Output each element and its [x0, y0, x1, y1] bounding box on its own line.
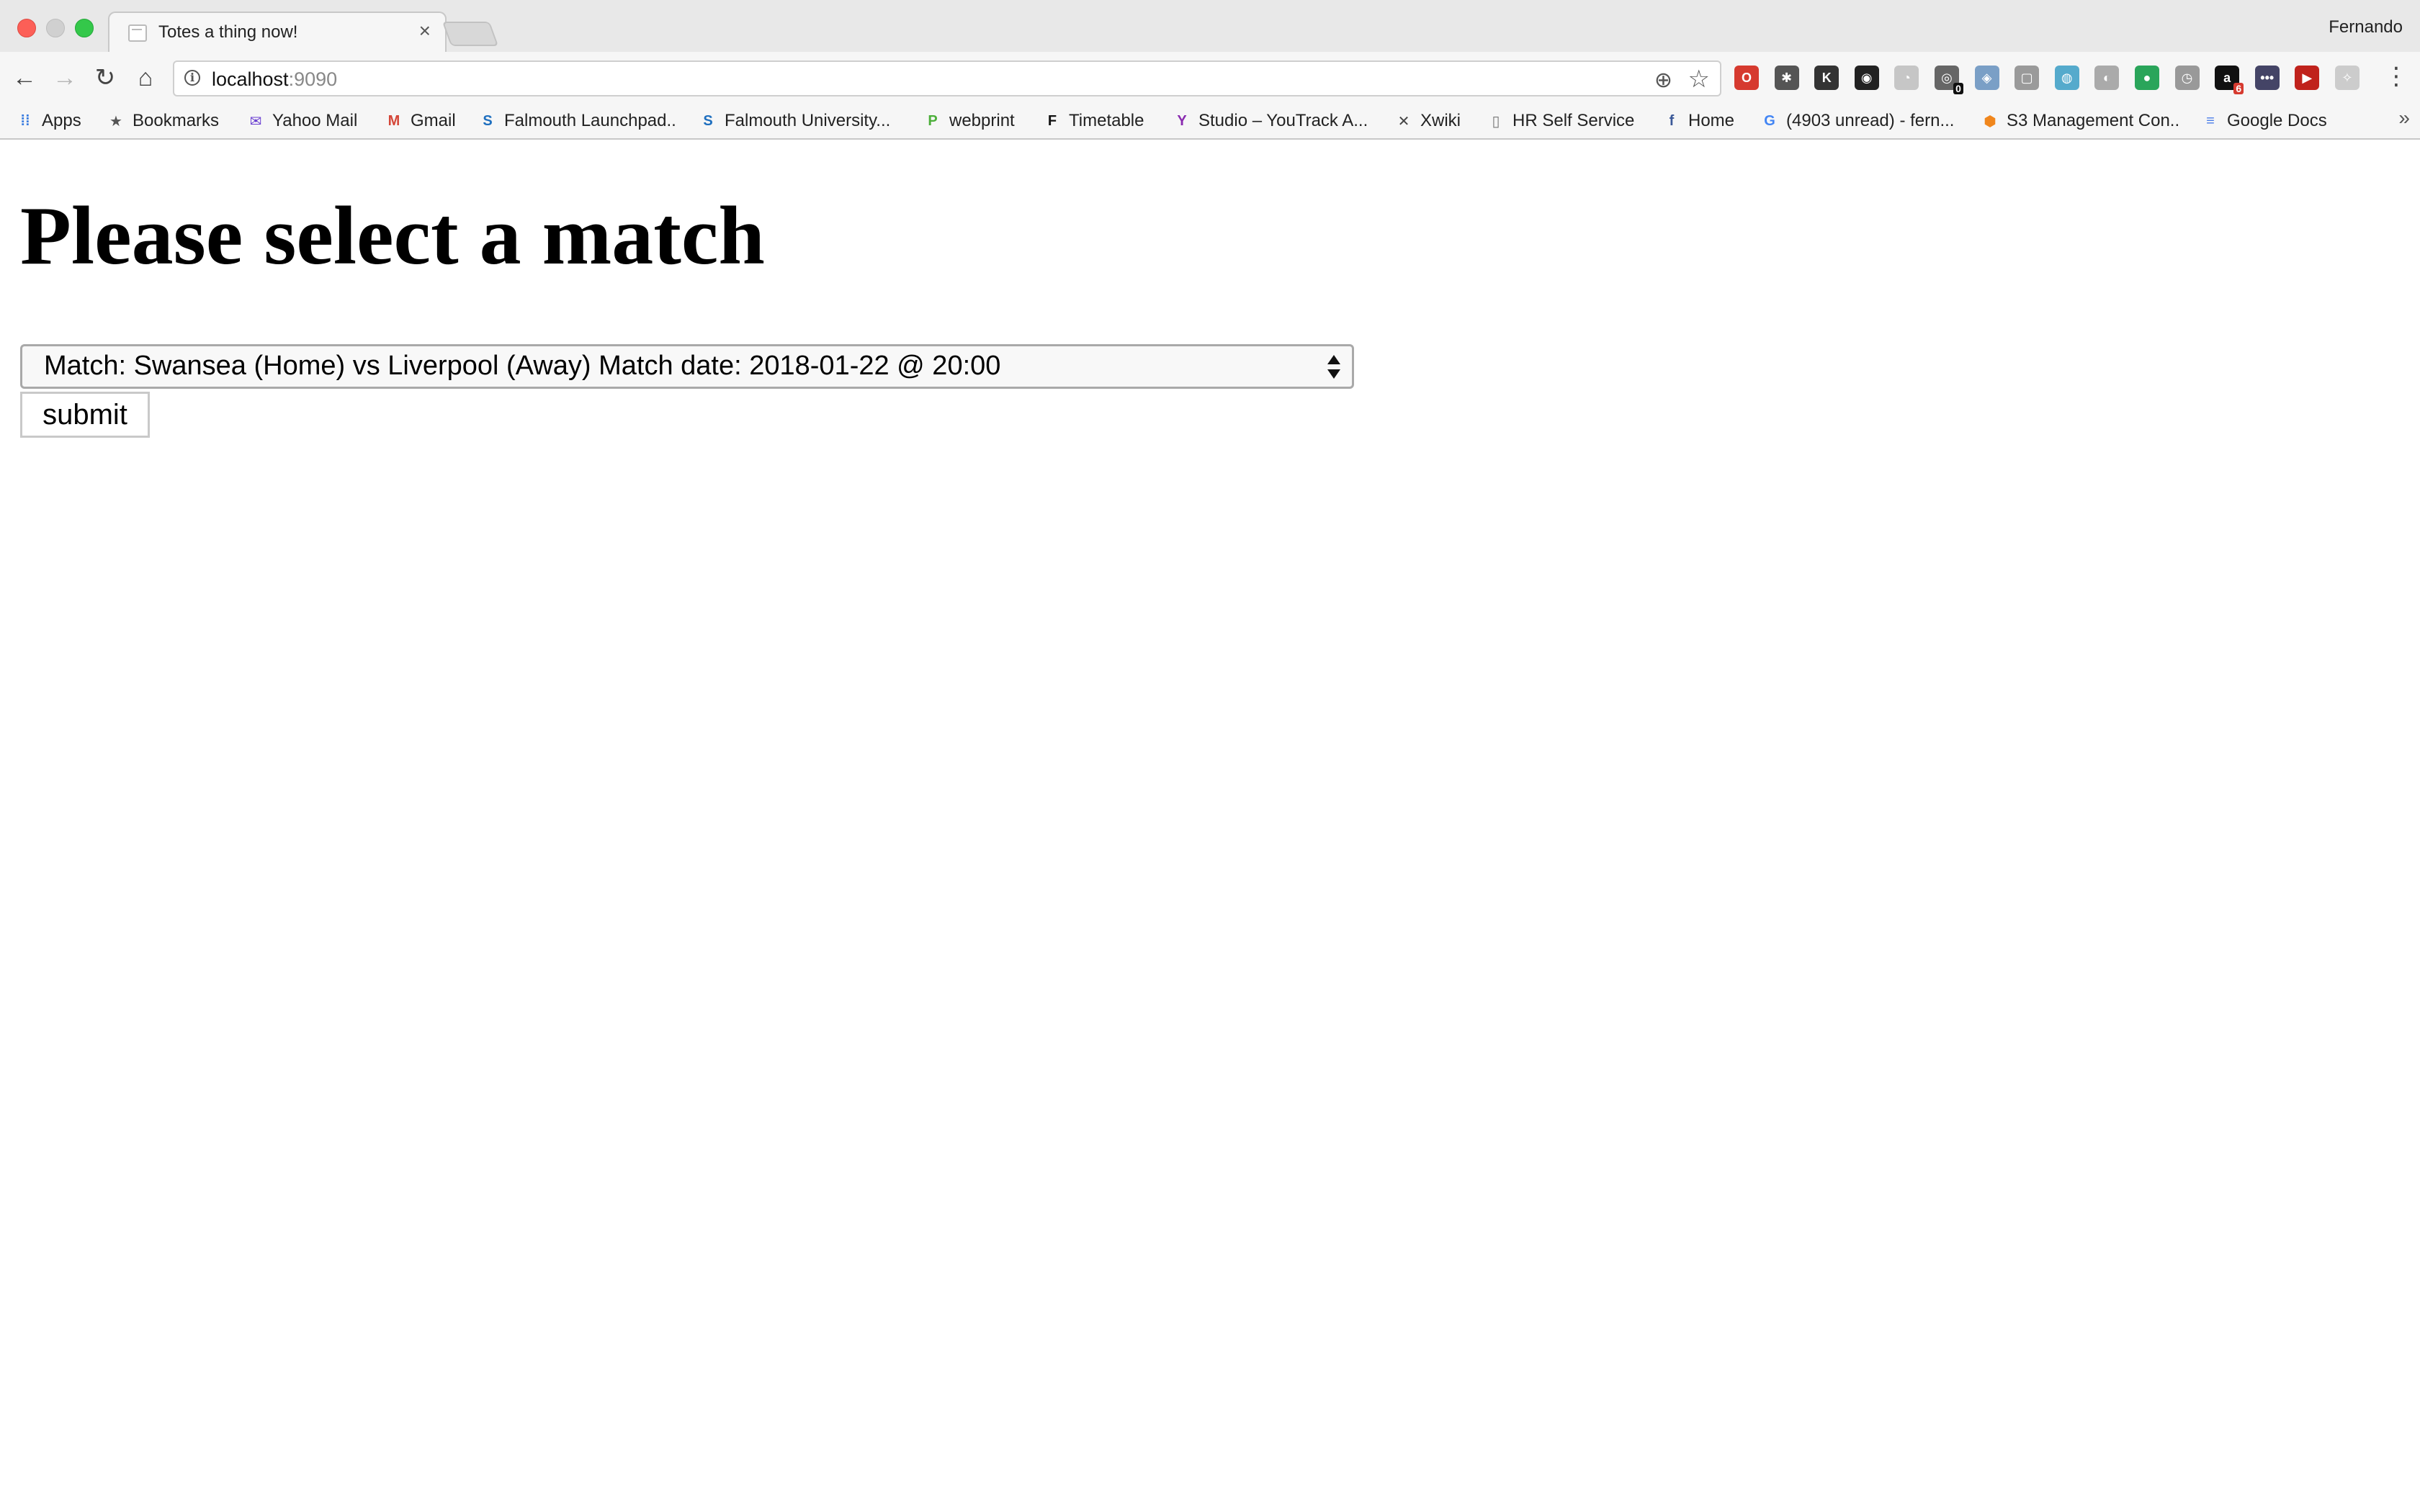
bookmark-apps[interactable]: ⁞⁞ Apps [16, 108, 81, 134]
envelope-icon: ✉ [249, 113, 262, 130]
select-arrows-icon [1326, 354, 1342, 382]
amazon-icon[interactable]: a6 [2215, 66, 2244, 94]
bookmark-label: Home [1688, 111, 1735, 130]
square-ext-icon[interactable]: ▢ [2015, 66, 2040, 90]
bookmark-label: Falmouth University... [725, 111, 891, 130]
puzzle-icon[interactable]: ✧ [2334, 66, 2360, 90]
sharepoint-icon: S [483, 112, 493, 129]
ghost-icon[interactable]: ◎ 0 [1934, 66, 1963, 94]
bookmark-home[interactable]: f Home [1662, 108, 1734, 134]
globe-icon[interactable]: ◍ [2054, 66, 2079, 90]
bug-icon[interactable]: ✱ [1774, 66, 1799, 90]
url-host: localhost [212, 68, 289, 90]
bookmark-label: Xwiki [1420, 111, 1461, 130]
google-icon: G [1764, 112, 1775, 129]
browser-menu-icon[interactable]: ⋮ [2384, 62, 2408, 91]
url-text[interactable]: localhost:9090 [212, 68, 337, 91]
home-icon[interactable]: ⌂ [130, 62, 161, 94]
back-arrow-icon[interactable]: ← [9, 62, 40, 94]
close-tab-icon[interactable]: × [419, 21, 431, 41]
mask-icon[interactable]: ◉ [1854, 66, 1879, 90]
extension-badge: 0 [1953, 83, 1963, 94]
page-title: Please select a match [20, 190, 765, 282]
close-window-button[interactable] [17, 19, 36, 37]
bookmark-label: Apps [42, 111, 81, 130]
bookmark-s3[interactable]: ⬢ S3 Management Con.. [1981, 108, 2179, 134]
bookmark-label: Falmouth Launchpad.. [504, 111, 676, 130]
page-icon: ▯ [1492, 113, 1500, 130]
bookmark-hr-self-service[interactable]: ▯ HR Self Service [1487, 108, 1634, 134]
info-icon[interactable]: i [184, 70, 200, 86]
aws-icon: ⬢ [1984, 113, 1996, 130]
new-tab-button[interactable] [442, 22, 499, 46]
opera-icon[interactable]: O [1734, 66, 1759, 90]
tab-active[interactable]: Totes a thing now! × [108, 12, 447, 52]
extensions-bar: O ✱ K ◉ ◔ ◎ 0 ◈ ▢ ◍ ◐ ● ◷ a 6 ••• ▶ ✧ [1734, 63, 2375, 94]
dots-ext-icon[interactable]: ••• [2254, 66, 2280, 90]
minimize-window-button[interactable] [46, 19, 65, 37]
bookmark-label: Yahoo Mail [272, 111, 358, 130]
profile-name[interactable]: Fernando [2329, 17, 2403, 37]
bookmark-label: Bookmarks [133, 111, 220, 130]
bookmarks-overflow-icon[interactable]: » [2398, 107, 2410, 130]
bookmarks-bar: » ⁞⁞ Apps ★ Bookmarks ✉ Yahoo Mail M Gmail S Falm… [0, 104, 2420, 138]
bookmark-xwiki[interactable]: ✕ Xwiki [1394, 108, 1461, 134]
match-select[interactable]: Match: Swansea (Home) vs Liverpool (Away… [20, 344, 1354, 389]
sharepoint-icon: S [703, 112, 713, 129]
webprint-icon: P [928, 112, 938, 129]
bookmark-gmail[interactable]: M Gmail [385, 108, 456, 134]
bookmark-google-docs[interactable]: ≡ Google Docs [2201, 108, 2327, 134]
play-icon[interactable]: ▶ [2295, 66, 2320, 90]
bookmark-star-icon[interactable]: ☆ [1688, 65, 1710, 94]
bookmark-label: Timetable [1069, 111, 1144, 130]
bookmark-label: Studio – YouTrack A... [1198, 111, 1368, 130]
bookmark-label: HR Self Service [1512, 111, 1635, 130]
sphere-icon[interactable]: ◐ [2094, 66, 2120, 90]
bookmark-label: Gmail [411, 111, 456, 130]
tab-title: Totes a thing now! [158, 22, 298, 42]
bookmark-timetable[interactable]: F Timetable [1043, 108, 1144, 134]
forward-arrow-icon[interactable]: → [49, 62, 81, 94]
chat-icon[interactable]: ● [2134, 66, 2159, 90]
bookmark-yahoo-mail[interactable]: ✉ Yahoo Mail [246, 108, 358, 134]
extension-badge: 6 [2233, 83, 2244, 94]
gmail-icon: M [387, 112, 400, 129]
star-icon: ★ [109, 113, 122, 130]
submit-button[interactable]: submit [20, 392, 150, 438]
translate-icon[interactable]: ◈ [1974, 66, 1999, 90]
match-select-value: Match: Swansea (Home) vs Liverpool (Away… [44, 351, 1001, 381]
bookmark-label: webprint [949, 111, 1015, 130]
title-bar: Totes a thing now! × Fernando [0, 0, 2420, 52]
bookmark-webprint[interactable]: Pwebprint [923, 108, 1015, 134]
zoom-icon[interactable]: ⊕ [1654, 68, 1672, 93]
rss-icon[interactable]: ◔ [1894, 66, 1919, 90]
docs-icon: ≡ [2206, 112, 2215, 129]
bookmark-label: S3 Management Con.. [2007, 111, 2180, 130]
apps-icon: ⁞⁞ [20, 112, 30, 129]
bookmark-studio-youtrack[interactable]: Y Studio – YouTrack A... [1173, 108, 1368, 134]
browser-chrome: Totes a thing now! × Fernando ← → ↻ ⌂ i … [0, 0, 2420, 140]
facebook-icon: f [1669, 112, 1675, 129]
timetable-icon: F [1047, 112, 1057, 129]
maximize-window-button[interactable] [75, 19, 94, 37]
youtrack-icon: Y [1177, 112, 1187, 129]
clock-icon[interactable]: ◷ [2174, 66, 2200, 90]
reload-icon[interactable]: ↻ [89, 62, 121, 94]
bookmark-label: Google Docs [2227, 111, 2327, 130]
page-icon [128, 24, 147, 42]
xwiki-icon: ✕ [1397, 113, 1410, 130]
bookmark-label: (4903 unread) - fern... [1786, 111, 1955, 130]
url-port: :9090 [288, 68, 338, 90]
address-bar[interactable]: i localhost:9090 ⊕ ☆ [173, 60, 1721, 96]
bookmark-bookmarks[interactable]: ★ Bookmarks [107, 108, 219, 134]
dark-ext-icon[interactable]: K [1814, 66, 1839, 90]
bookmark-falmouth-launchpad[interactable]: S Falmouth Launchpad.. [478, 108, 676, 134]
browser-toolbar: ← → ↻ ⌂ i localhost:9090 ⊕ ☆ O ✱ K ◉ ◔ ◎ 0 ◈ ▢ ◍ ◐… [0, 52, 2420, 104]
page-content: Please select a match Match: Swansea (Ho… [0, 140, 2420, 1512]
bookmark-falmouth-university[interactable]: S Falmouth University... [699, 108, 890, 134]
bookmark-gmail-unread[interactable]: G (4903 unread) - fern... [1760, 108, 1954, 134]
